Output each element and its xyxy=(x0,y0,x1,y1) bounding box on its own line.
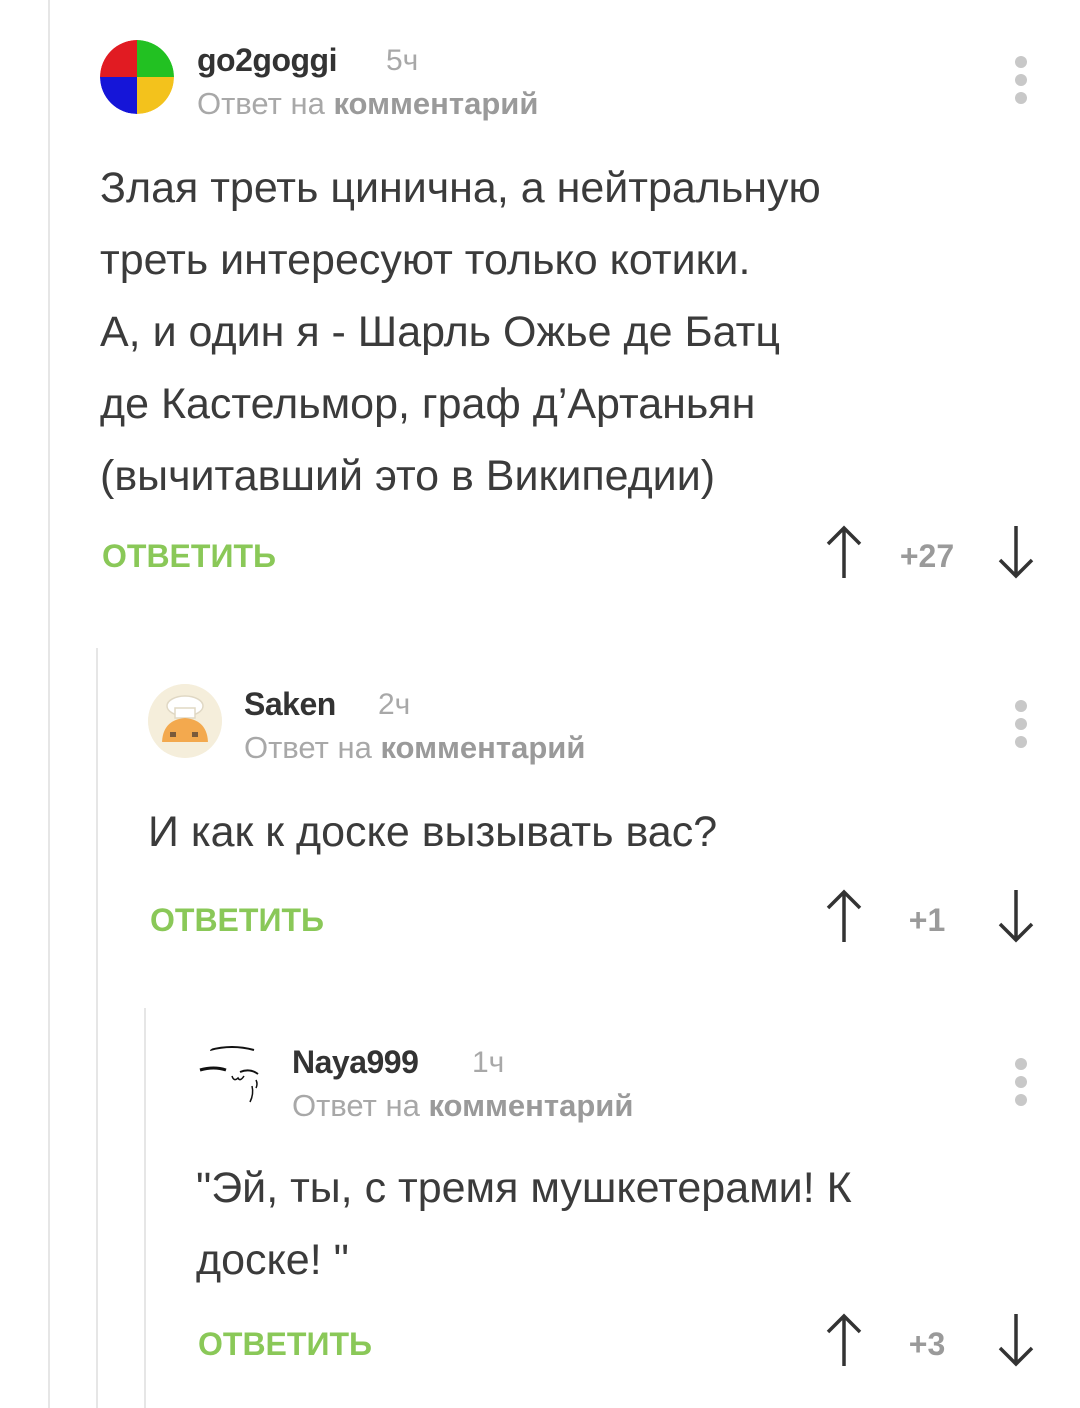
reply-to-label: Ответ на комментарий xyxy=(292,1088,633,1124)
timestamp: 1ч xyxy=(472,1046,505,1079)
avatar[interactable] xyxy=(148,684,222,758)
reply-to-prefix: Ответ на xyxy=(197,86,334,121)
reply-to-link[interactable]: комментарий xyxy=(333,86,538,121)
reply-button[interactable]: ОТВЕТИТЬ xyxy=(102,538,276,575)
reply-to-prefix: Ответ на xyxy=(292,1088,429,1123)
comment-actions: ОТВЕТИТЬ +27 xyxy=(100,525,1080,598)
reply-to-link[interactable]: комментарий xyxy=(428,1088,633,1123)
reply-to-prefix: Ответ на xyxy=(244,730,381,765)
username[interactable]: Saken xyxy=(244,686,336,723)
rating-value: +27 xyxy=(899,538,955,574)
username[interactable]: Naya999 xyxy=(292,1044,419,1081)
rating-value: +3 xyxy=(908,1326,946,1362)
username[interactable]: go2goggi xyxy=(197,42,337,79)
rating-value: +1 xyxy=(908,902,946,938)
reply-to-label: Ответ на комментарий xyxy=(244,730,585,766)
comment-naya999: Naya999 1ч Ответ на комментарий "Эй, ты,… xyxy=(196,1042,1080,1386)
arrow-down-icon[interactable] xyxy=(996,1312,1036,1368)
comment-text: "Эй, ты, с тремя мушкетерами! К доске! " xyxy=(196,1164,852,1284)
comment-go2goggi: go2goggi 5ч Ответ на комментарий Злая тр… xyxy=(100,40,1080,598)
arrow-up-icon[interactable] xyxy=(824,524,864,580)
comment-text: Злая треть цинична, а нейтральную треть … xyxy=(100,164,821,500)
reply-to-link[interactable]: комментарий xyxy=(380,730,585,765)
vertical-dots-icon[interactable] xyxy=(1014,700,1028,750)
vertical-dots-icon[interactable] xyxy=(1014,1058,1028,1108)
reply-button[interactable]: ОТВЕТИТЬ xyxy=(150,902,324,939)
avatar[interactable] xyxy=(100,40,174,114)
comment-actions: ОТВЕТИТЬ +1 xyxy=(148,889,1080,962)
chef-hat-cat-avatar-icon xyxy=(148,684,222,758)
comment-text: И как к доске вызывать вас? xyxy=(148,808,718,856)
timestamp: 2ч xyxy=(378,688,411,721)
avatar[interactable] xyxy=(196,1042,270,1116)
arrow-up-icon[interactable] xyxy=(824,888,864,944)
comment-header: go2goggi 5ч Ответ на комментарий xyxy=(100,40,1080,130)
comment-header: Naya999 1ч Ответ на комментарий xyxy=(196,1042,1080,1132)
arrow-down-icon[interactable] xyxy=(996,888,1036,944)
thread-line-level-2 xyxy=(96,648,98,1408)
comment-saken: Saken 2ч Ответ на комментарий И как к до… xyxy=(148,684,1080,962)
four-color-circle-avatar-icon xyxy=(100,40,174,114)
reply-to-label: Ответ на комментарий xyxy=(197,86,538,122)
reply-button[interactable]: ОТВЕТИТЬ xyxy=(198,1326,372,1363)
arrow-down-icon[interactable] xyxy=(996,524,1036,580)
sketch-face-avatar-icon xyxy=(199,1046,259,1103)
thread-line-level-1 xyxy=(48,0,50,1408)
timestamp: 5ч xyxy=(386,44,419,77)
comment-header: Saken 2ч Ответ на комментарий xyxy=(148,684,1080,774)
comment-actions: ОТВЕТИТЬ +3 xyxy=(196,1313,1080,1386)
arrow-up-icon[interactable] xyxy=(824,1312,864,1368)
thread-line-level-3 xyxy=(144,1008,146,1408)
vertical-dots-icon[interactable] xyxy=(1014,56,1028,106)
